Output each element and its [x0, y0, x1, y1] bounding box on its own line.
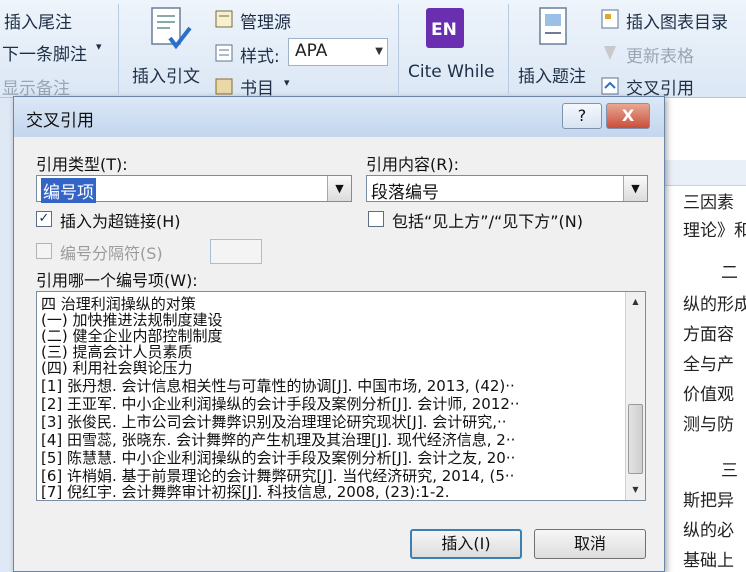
insert-reference-to-value: 段落编号	[371, 183, 439, 203]
list-item[interactable]: (四) 利用社会舆论压力	[41, 360, 192, 376]
update-table-button[interactable]: 更新表格	[626, 42, 694, 67]
chevron-down-icon[interactable]: ▼	[623, 176, 647, 201]
include-above-below-label: 包括“见上方”/“见下方”(N)	[392, 212, 584, 231]
scroll-down-icon[interactable]: ▼	[628, 482, 643, 497]
scroll-thumb[interactable]	[628, 404, 643, 474]
close-button[interactable]: X	[606, 103, 650, 129]
cancel-button[interactable]: 取消	[534, 529, 646, 559]
document-text: 理论》和	[683, 221, 746, 241]
list-item[interactable]: [2] 王亚军. 中小企业利润操纵的会计手段及案例分析[J]. 会计师, 201…	[41, 396, 519, 412]
list-item[interactable]: (二) 健全企业内部控制制度	[41, 328, 222, 344]
scroll-up-icon[interactable]: ▲	[628, 294, 643, 309]
list-item[interactable]: [1] 张丹想. 会计信息相关性与可靠性的协调[J]. 中国市场, 2013, …	[41, 378, 515, 394]
table-of-figures-icon	[600, 8, 622, 34]
insert-citation-button[interactable]: 插入引文	[132, 62, 200, 87]
document-text: 全与产	[683, 355, 734, 375]
list-item[interactable]: [6] 许梢娟. 基于前景理论的会计舞弊研究[J]. 当代经济研究, 2014,…	[41, 468, 514, 484]
for-which-item-label: 引用哪一个编号项(W):	[36, 271, 198, 290]
include-above-below-checkbox[interactable]	[368, 211, 384, 227]
list-item[interactable]: 四 治理利润操纵的对策	[41, 296, 196, 312]
chevron-down-icon: ▼	[375, 46, 383, 57]
style-label: 样式:	[240, 47, 280, 67]
dialog-titlebar[interactable]: 交叉引用 ? X	[14, 97, 664, 137]
document-text: 三因素	[683, 193, 734, 213]
list-item[interactable]: (一) 加快推进法规制度建设	[41, 312, 222, 328]
list-item[interactable]: [5] 陈慧慧. 中小企业利润操纵的会计手段及案例分析[J]. 会计之友, 20…	[41, 450, 515, 466]
help-button[interactable]: ?	[562, 103, 602, 129]
insert-table-of-figures-button[interactable]: 插入图表目录	[626, 8, 728, 33]
insert-reference-to-select[interactable]: 段落编号 ▼	[366, 175, 648, 203]
document-text: 价值观	[683, 385, 734, 405]
style-icon	[214, 42, 236, 68]
list-scrollbar[interactable]: ▲ ▼	[625, 292, 645, 500]
manage-sources-button[interactable]: 管理源	[240, 8, 291, 33]
numbered-items-list[interactable]: 四 治理利润操纵的对策 (一) 加快推进法规制度建设 (二) 健全企业内部控制制…	[36, 291, 646, 501]
ruler	[665, 160, 746, 186]
list-item[interactable]: [4] 田雪蕊, 张晓东. 会计舞弊的产生机理及其治理[J]. 现代经济信息, …	[41, 432, 515, 448]
ribbon: 插入尾注 下一条脚注 ▾ 显示备注 插入引文 管理源 样式: APA ▼ 书目 …	[0, 0, 746, 99]
insert-as-hyperlink-checkbox[interactable]: ✓	[36, 211, 52, 227]
insert-button[interactable]: 插入(I)	[410, 529, 522, 559]
cross-reference-dialog: 交叉引用 ? X 引用类型(T): 编号项 ▼ 引用内容(R): 段落编号 ▼ …	[13, 96, 665, 572]
style-select[interactable]: APA ▼	[288, 38, 388, 66]
endnote-logo-text: EN	[431, 20, 457, 40]
insert-citation-icon	[146, 6, 192, 56]
endnote-logo-icon: EN	[426, 8, 464, 48]
insert-caption-icon	[536, 6, 572, 56]
chevron-down-icon[interactable]: ▼	[327, 176, 351, 201]
reference-type-value: 编号项	[41, 178, 96, 203]
chevron-down-icon[interactable]: ▾	[284, 76, 290, 89]
document-area: 三因素 理论》和 二 纵的形成 方面容 全与产 价值观 测与防 三 斯把异 纵的…	[664, 98, 746, 572]
manage-sources-icon	[214, 8, 236, 34]
style-value: APA	[295, 41, 328, 61]
separator-input[interactable]	[210, 239, 262, 264]
document-text: 纵的形成	[683, 295, 746, 315]
separate-numbers-checkbox[interactable]	[36, 243, 52, 259]
insert-reference-to-label: 引用内容(R):	[366, 155, 459, 174]
dialog-title: 交叉引用	[26, 111, 94, 131]
list-item[interactable]: [3] 张俊民. 上市公司会计舞弊识别及治理理论研究现状[J]. 会计研究,··	[41, 414, 507, 430]
document-text: 三	[721, 461, 738, 481]
document-text: 方面容	[683, 325, 734, 345]
separate-numbers-label: 编号分隔符(S)	[60, 244, 163, 263]
document-text: 斯把异	[683, 491, 734, 511]
list-item[interactable]: [7] 倪红宇. 会计舞弊审计初探[J]. 科技信息, 2008, (23):1…	[41, 484, 450, 500]
document-text: 二	[721, 263, 738, 283]
update-table-icon	[600, 42, 622, 68]
reference-type-select[interactable]: 编号项 ▼	[36, 175, 352, 203]
document-text: 基础上	[683, 551, 734, 571]
insert-as-hyperlink-label: 插入为超链接(H)	[60, 212, 181, 231]
cite-while-you-write-button[interactable]: Cite While	[408, 62, 495, 82]
insert-endnote-button[interactable]: 插入尾注	[4, 8, 72, 33]
insert-caption-button[interactable]: 插入题注	[518, 62, 586, 87]
list-item[interactable]: (三) 提高会计人员素质	[41, 344, 192, 360]
chevron-down-icon[interactable]: ▾	[96, 40, 102, 53]
document-text: 纵的必	[683, 521, 734, 541]
document-text: 测与防	[683, 415, 734, 435]
next-footnote-button[interactable]: 下一条脚注	[2, 40, 87, 65]
reference-type-label: 引用类型(T):	[36, 155, 128, 174]
